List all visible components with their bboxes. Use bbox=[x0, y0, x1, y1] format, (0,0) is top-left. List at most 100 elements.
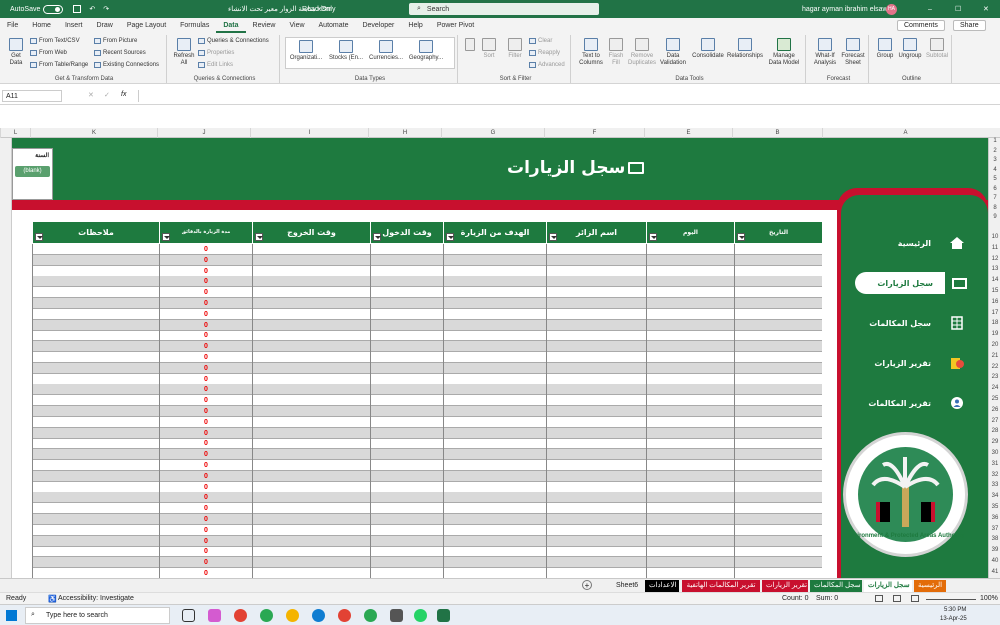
table-cell[interactable] bbox=[546, 362, 646, 374]
table-cell[interactable] bbox=[370, 406, 443, 417]
tab-data[interactable]: Data bbox=[216, 18, 246, 33]
row-header[interactable]: 9 bbox=[989, 214, 1000, 220]
row-header[interactable]: 16 bbox=[989, 299, 1000, 305]
filter-button[interactable]: Filter bbox=[505, 38, 525, 60]
what-if-button[interactable]: What-If Analysis bbox=[811, 38, 839, 67]
tab-formulas[interactable]: Formulas bbox=[173, 18, 216, 33]
table-cell[interactable] bbox=[443, 470, 546, 482]
duration-cell[interactable]: 0 bbox=[159, 362, 252, 374]
table-cell[interactable] bbox=[734, 308, 822, 320]
table-cell[interactable] bbox=[252, 244, 370, 255]
sheet-tab-visits-log[interactable]: سجل الزيارات bbox=[864, 580, 912, 592]
sidebar-item-home[interactable]: الرئيسية bbox=[851, 232, 971, 254]
manage-data-model-button[interactable]: Manage Data Model bbox=[766, 38, 802, 67]
table-cell[interactable] bbox=[646, 373, 734, 385]
table-cell[interactable] bbox=[646, 308, 734, 320]
row-header[interactable]: 28 bbox=[989, 428, 1000, 434]
table-cell[interactable] bbox=[370, 546, 443, 558]
table-cell[interactable] bbox=[646, 341, 734, 353]
row-header[interactable]: 33 bbox=[989, 482, 1000, 488]
table-cell[interactable] bbox=[370, 384, 443, 396]
chrome-icon[interactable] bbox=[338, 609, 351, 622]
table-cell[interactable] bbox=[546, 460, 646, 471]
table-cell[interactable] bbox=[32, 524, 159, 536]
data-validation-button[interactable]: Data Validation bbox=[658, 38, 688, 67]
table-cell[interactable] bbox=[32, 438, 159, 450]
row-header[interactable]: 1 bbox=[989, 138, 1000, 144]
duration-cell[interactable]: 0 bbox=[159, 384, 252, 396]
table-cell[interactable] bbox=[734, 514, 822, 525]
table-cell[interactable] bbox=[734, 330, 822, 342]
table-cell[interactable] bbox=[32, 341, 159, 353]
row-header[interactable]: 22 bbox=[989, 364, 1000, 370]
table-cell[interactable] bbox=[646, 330, 734, 342]
table-cell[interactable] bbox=[32, 265, 159, 277]
row-header[interactable]: 38 bbox=[989, 536, 1000, 542]
autosave-toggle[interactable] bbox=[43, 4, 64, 14]
duration-cell[interactable]: 0 bbox=[159, 298, 252, 309]
table-cell[interactable] bbox=[252, 265, 370, 277]
duration-cell[interactable]: 0 bbox=[159, 438, 252, 450]
column-header-a[interactable]: A bbox=[822, 128, 988, 138]
properties-button[interactable]: Properties bbox=[198, 50, 234, 56]
table-cell[interactable] bbox=[32, 416, 159, 428]
column-header-g[interactable]: G bbox=[441, 128, 544, 138]
table-cell[interactable] bbox=[546, 470, 646, 482]
tab-insert[interactable]: Insert bbox=[58, 18, 90, 33]
table-cell[interactable] bbox=[252, 298, 370, 309]
table-cell[interactable] bbox=[252, 330, 370, 342]
avatar[interactable]: HA bbox=[886, 4, 897, 15]
row-header[interactable]: 7 bbox=[989, 195, 1000, 201]
excel-icon[interactable] bbox=[437, 609, 450, 622]
refresh-all-button[interactable]: Refresh All bbox=[173, 38, 195, 67]
table-cell[interactable] bbox=[546, 244, 646, 255]
reapply-button[interactable]: Reapply bbox=[529, 50, 560, 56]
table-cell[interactable] bbox=[546, 492, 646, 504]
row-header[interactable]: 37 bbox=[989, 526, 1000, 532]
table-cell[interactable] bbox=[546, 546, 646, 558]
table-cell[interactable] bbox=[443, 308, 546, 320]
table-cell[interactable] bbox=[734, 244, 822, 255]
table-cell[interactable] bbox=[646, 514, 734, 525]
duration-cell[interactable]: 0 bbox=[159, 330, 252, 342]
table-cell[interactable] bbox=[252, 568, 370, 578]
table-cell[interactable] bbox=[443, 319, 546, 331]
table-cell[interactable] bbox=[32, 470, 159, 482]
table-cell[interactable] bbox=[646, 254, 734, 266]
row-header[interactable]: 35 bbox=[989, 504, 1000, 510]
table-cell[interactable] bbox=[252, 514, 370, 525]
header-duration[interactable]: مدة الزيارة بالدقائق bbox=[159, 222, 252, 243]
table-cell[interactable] bbox=[546, 373, 646, 385]
table-cell[interactable] bbox=[32, 276, 159, 288]
tab-automate[interactable]: Automate bbox=[312, 18, 356, 33]
sidebar-item-visits-report[interactable]: تقرير الزيارات bbox=[851, 352, 971, 374]
cancel-icon[interactable]: ✕ bbox=[88, 91, 94, 99]
table-cell[interactable] bbox=[370, 330, 443, 342]
recent-sources-button[interactable]: Recent Sources bbox=[94, 50, 146, 56]
table-cell[interactable] bbox=[252, 319, 370, 331]
table-cell[interactable] bbox=[370, 449, 443, 461]
row-header[interactable]: 17 bbox=[989, 310, 1000, 316]
table-cell[interactable] bbox=[734, 287, 822, 299]
table-cell[interactable] bbox=[252, 546, 370, 558]
table-cell[interactable] bbox=[370, 341, 443, 353]
row-header[interactable]: 5 bbox=[989, 176, 1000, 182]
duration-cell[interactable]: 0 bbox=[159, 319, 252, 331]
table-cell[interactable] bbox=[252, 503, 370, 515]
duration-cell[interactable]: 0 bbox=[159, 514, 252, 525]
row-header[interactable]: 2 bbox=[989, 148, 1000, 154]
table-cell[interactable] bbox=[443, 330, 546, 342]
table-cell[interactable] bbox=[734, 362, 822, 374]
table-cell[interactable] bbox=[646, 352, 734, 363]
sheet-tab-settings[interactable]: الاعدادات bbox=[645, 580, 679, 592]
table-cell[interactable] bbox=[252, 438, 370, 450]
year-slicer[interactable]: السنة (blank) bbox=[12, 148, 53, 200]
row-header[interactable]: 10 bbox=[989, 234, 1000, 240]
table-cell[interactable] bbox=[443, 460, 546, 471]
duration-cell[interactable]: 0 bbox=[159, 460, 252, 471]
header-exit-time[interactable]: وقت الخروج bbox=[252, 222, 370, 243]
column-header-f[interactable]: F bbox=[544, 128, 644, 138]
row-header[interactable]: 4 bbox=[989, 167, 1000, 173]
queries-connections-button[interactable]: Queries & Connections bbox=[198, 38, 269, 44]
row-header[interactable]: 39 bbox=[989, 547, 1000, 553]
